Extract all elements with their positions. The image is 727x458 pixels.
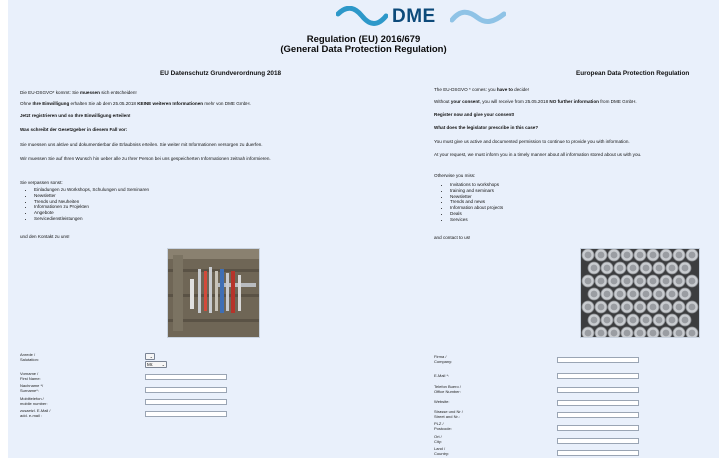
anrede-select[interactable]: ⌄ [145,353,155,360]
tools-photo [167,248,260,338]
surname-label: Nachname */ Surname*: [20,383,44,393]
mobile-input[interactable] [145,399,227,405]
salutation-select[interactable]: Mr. ⌄ [145,361,167,368]
list-item: Services [450,217,503,223]
company-input[interactable] [557,357,639,363]
first-name-input[interactable] [145,374,227,380]
postcode-input[interactable] [557,425,639,431]
german-bullet-list: Einladungen zu Workshops, Schulungen und… [24,187,149,222]
logo-text: DME [392,6,436,27]
street-input[interactable] [557,412,639,418]
english-heading: European Data Protection Regulation [576,70,690,77]
german-paragraph-3: Jetzt registrieren und so Ihre Einwillig… [20,113,131,118]
chevron-down-icon: ⌄ [161,362,165,367]
pipes-photo [580,248,700,338]
email-input[interactable] [557,373,639,379]
english-paragraph-6: At your request, we must inform you in a… [434,152,642,157]
mobile-label: Mobiltelefon / mobile number: [20,396,48,406]
chevron-down-icon: ⌄ [149,354,153,359]
street-label: Strasse und Nr / Street and Nr.: [434,409,463,419]
german-paragraph-6: Wir muessen Sie auf Ihren Wunsch hin ueb… [20,156,271,161]
surname-input[interactable] [145,387,227,393]
office-number-label: Telefon Buero / Office Number: [434,384,461,394]
wave-left-icon [336,6,388,26]
website-label: Website: [434,399,450,404]
german-miss-intro: Sie verpassen sonst: [20,180,63,185]
company-label: Firma / Company: [434,354,453,364]
german-paragraph-2: Ohne Ihre Einwilligung erhalten Sie ab d… [20,101,251,106]
english-bullet-list: Invitations to workshops training and se… [440,182,503,223]
city-input[interactable] [557,438,639,444]
website-input[interactable] [557,400,639,406]
postcode-label: PLZ / Postcode: [434,421,452,431]
german-paragraph-1: Die EU-DSGVO* kommt: Sie muessen sich en… [20,90,137,95]
english-paragraph-4: What does the legislator prescribe in th… [434,125,539,130]
english-paragraph-5: You must give us active and documented p… [434,139,630,144]
first-name-label: Vorname / First Name: [20,371,41,381]
list-item: Einladungen zu Workshops, Schulungen und… [34,187,149,193]
list-item: Invitations to workshops [450,182,503,188]
german-paragraph-5: Sie muessen uns aktive und dokumentierba… [20,142,263,147]
german-paragraph-4: Was schreibt der Gesetzgeber in diesem F… [20,127,128,132]
german-closing: und den Kontakt zu uns! [20,234,70,239]
email-label: E-Mail *: [434,373,450,378]
page-subtitle: (General Data Protection Regulation) [280,44,447,55]
additional-email-input[interactable] [145,411,227,417]
list-item: Servicedienstleistungen [34,216,149,222]
salutation-label: Anrede / Salutation: [20,352,39,362]
dme-logo: DME [336,6,516,28]
english-closing: and contact to us! [434,235,471,240]
city-label: Ort / City: [434,434,442,444]
german-heading: EU Datenschutz Grundverordnung 2018 [160,70,282,77]
english-paragraph-1: The EU-DSGVO * comes: you have to decide… [434,87,529,92]
wave-right-icon [450,9,506,24]
english-paragraph-3: Register now and give your consent! [434,112,515,117]
english-paragraph-2: Without your consent, you will receive f… [434,99,637,104]
office-number-input[interactable] [557,387,639,393]
additional-email-label: zusaetzl. E-Mail / add. e-mail : [20,408,51,418]
country-input[interactable] [557,450,639,456]
english-miss-intro: Otherwise you miss: [434,173,476,178]
country-label: Land / Country: [434,446,450,456]
